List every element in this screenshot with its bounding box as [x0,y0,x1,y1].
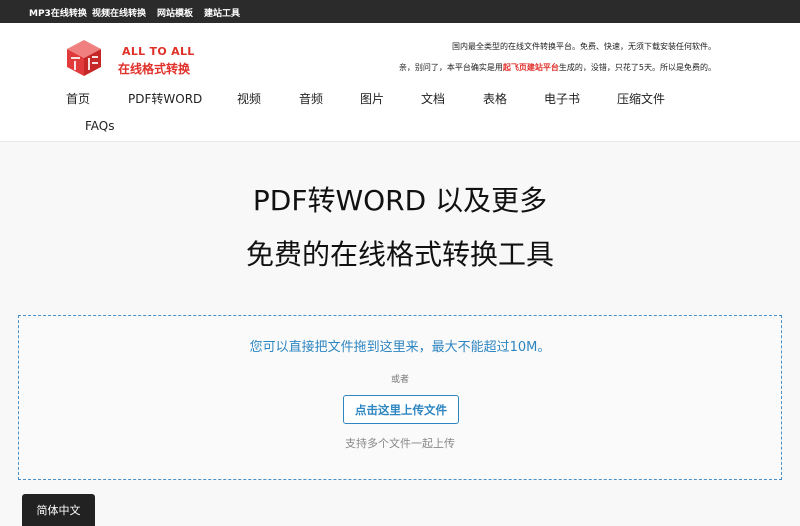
nav-item-video[interactable]: 视频 [237,90,261,107]
nav-item-ebook[interactable]: 电子书 [544,90,580,107]
logo-title-cn[interactable]: 在线格式转换 [118,60,190,77]
nav-item-faqs[interactable]: FAQs [85,119,115,133]
notice-text-before: 亲，别问了，本平台确实是用 [398,63,503,72]
upload-dropzone[interactable]: 您可以直接把文件拖到这里来，最大不能超过10M。 或者 点击这里上传文件 支持多… [18,315,782,480]
topbar-link-templates[interactable]: 网站模板 [157,6,193,19]
nav-item-audio[interactable]: 音频 [299,90,323,107]
topbar-link-mp3[interactable]: MP3在线转换 [29,6,87,19]
nav-item-image[interactable]: 图片 [360,90,384,107]
logo-title-en[interactable]: ALL TO ALL [122,45,195,58]
multi-upload-note: 支持多个文件一起上传 [345,437,455,450]
dropzone-or-label: 或者 [390,375,409,385]
nav-item-archive[interactable]: 压缩文件 [617,90,665,107]
topbar-link-tools[interactable]: 建站工具 [204,6,240,19]
logo-cube-icon[interactable] [64,38,104,78]
upload-file-button[interactable]: 点击这里上传文件 [343,395,459,424]
nav-item-pdf-to-word[interactable]: PDF转WORD [128,90,202,107]
nav-item-home[interactable]: 首页 [66,90,90,107]
nav-item-document[interactable]: 文档 [421,90,445,107]
notice-text-after: 生成的，没错，只花了5天。所以是免费的。 [558,63,716,72]
top-bar: MP3在线转换 视频在线转换 网站模板 建站工具 [0,0,800,23]
site-notice-line-1: 国内最全类型的在线文件转换平台。免费、快速，无须下载安装任何软件。 [452,42,716,51]
site-header: ALL TO ALL 在线格式转换 国内最全类型的在线文件转换平台。免费、快速，… [0,23,800,142]
nav-item-spreadsheet[interactable]: 表格 [483,90,507,107]
hero-subtitle: 免费的在线格式转换工具 [245,238,554,271]
language-switcher-button[interactable]: 简体中文 [22,494,95,526]
hero-title: PDF转WORD 以及更多 [252,184,548,217]
platform-link[interactable]: 起飞页建站平台 [503,63,559,72]
topbar-link-video[interactable]: 视频在线转换 [92,6,146,19]
site-notice-line-2: 亲，别问了，本平台确实是用起飞页建站平台生成的，没错，只花了5天。所以是免费的。 [399,62,716,73]
dropzone-hint: 您可以直接把文件拖到这里来，最大不能超过10M。 [249,340,551,355]
